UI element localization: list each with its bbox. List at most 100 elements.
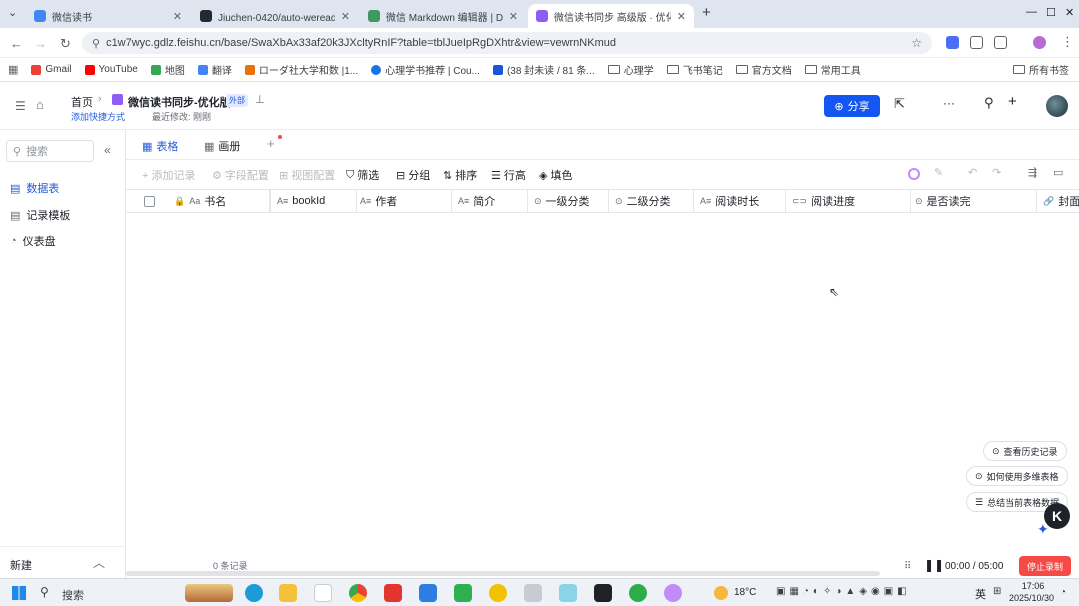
edit-icon[interactable]: ✎ <box>934 166 943 179</box>
tray-icons[interactable]: ▣▦◔◐✧◑▲◈◉▣◧ <box>776 586 911 597</box>
extension-icon[interactable] <box>946 36 959 49</box>
bookmark-item[interactable]: 翻译 <box>197 62 232 77</box>
comment-icon[interactable]: ▭ <box>1053 166 1063 179</box>
minimize-icon[interactable]: ― <box>1026 6 1037 18</box>
forward-icon[interactable]: → <box>34 36 47 51</box>
redo-icon[interactable]: ↷ <box>992 166 1001 179</box>
all-bookmarks[interactable]: 所有书签 <box>1013 62 1069 77</box>
reload-icon[interactable]: ↻ <box>60 36 71 52</box>
sidebar-search-input[interactable]: ⚲ 搜索 <box>6 140 94 162</box>
breadcrumb-root[interactable]: 首页 <box>71 94 93 110</box>
bookmark-item[interactable]: YouTube <box>84 64 138 75</box>
taskbar-app-icon[interactable] <box>559 584 577 602</box>
extensions-puzzle-icon[interactable] <box>994 36 1007 49</box>
home-icon[interactable]: ⌂ <box>36 97 44 112</box>
select-all-checkbox[interactable] <box>144 196 155 207</box>
tab-grid-view[interactable]: ▦ 表格 <box>142 138 178 154</box>
terminal-icon[interactable] <box>594 584 612 602</box>
group-button[interactable]: ⊟ 分组 <box>396 167 430 183</box>
browser-tab[interactable]: 微信 Markdown 编辑器 | Doo ✕ <box>360 4 526 28</box>
wechat-icon[interactable] <box>629 584 647 602</box>
stop-record-button[interactable]: 停止录制 <box>1019 556 1071 576</box>
user-avatar[interactable] <box>1046 95 1068 117</box>
clock-date[interactable]: 2025/10/30 <box>1009 593 1054 603</box>
extension-icon[interactable] <box>970 36 983 49</box>
column-header[interactable]: ⊙ 是否读完 <box>911 190 1037 212</box>
back-icon[interactable]: ← <box>10 36 23 51</box>
file-explorer-icon[interactable] <box>279 584 297 602</box>
table-body[interactable] <box>126 213 1079 553</box>
close-tab-icon[interactable]: ✕ <box>677 10 686 23</box>
doc-title[interactable]: 微信读书同步-优化版 <box>128 94 231 110</box>
browser-menu-icon[interactable]: ⋮ <box>1061 34 1074 50</box>
address-bar[interactable]: ⚲ c1w7wyc.gdlz.feishu.cn/base/SwaXbAx33a… <box>82 32 932 54</box>
taskbar-app-icon[interactable] <box>489 584 507 602</box>
add-icon[interactable]: + <box>1008 93 1017 110</box>
field-config-button[interactable]: ⚙ 字段配置 <box>212 167 269 183</box>
column-header[interactable]: ⊂⊃ 阅读进度 <box>786 190 911 212</box>
fill-color-button[interactable]: ◈ 填色 <box>539 167 572 183</box>
taskbar-app-icon[interactable] <box>664 584 682 602</box>
ime-indicator[interactable]: 英 <box>975 586 986 602</box>
column-header[interactable]: 🔗 封面 <box>1037 190 1079 212</box>
pin-icon[interactable]: ⊥ <box>255 93 265 106</box>
history-button[interactable]: ⊙ 查看历史记录 <box>983 441 1067 461</box>
browser-tab[interactable]: Jiuchen-0420/auto-weread: 自 ✕ <box>192 4 358 28</box>
bookmark-item[interactable]: 心理学书推荐 | Cou... <box>371 62 480 77</box>
filter-button[interactable]: ⛉ 筛选 <box>346 167 379 183</box>
drag-handle-icon[interactable]: ⠿ <box>904 561 911 572</box>
bookmark-folder[interactable]: 心理学 <box>607 62 654 77</box>
new-tab-button[interactable]: + <box>702 4 711 21</box>
sidebar-item-datatable[interactable]: ▤ 数据表 <box>10 180 59 196</box>
column-header[interactable]: ⊙ 二级分类 <box>609 190 694 212</box>
add-view-icon[interactable]: + <box>267 136 275 151</box>
apps-grid-icon[interactable]: ▦ <box>8 63 18 76</box>
close-tab-icon[interactable]: ✕ <box>509 10 518 23</box>
windows-start-icon[interactable] <box>12 586 26 600</box>
open-external-icon[interactable]: ⇱ <box>894 96 905 112</box>
sidebar-footer[interactable]: 新建 ︿ <box>0 546 125 578</box>
add-record-button[interactable]: + 添加记录 <box>142 167 195 183</box>
help-button[interactable]: ⊙ 如何使用多维表格 <box>966 466 1068 486</box>
close-tab-icon[interactable]: ✕ <box>173 10 182 23</box>
notification-icon[interactable]: ◔ <box>1060 587 1066 598</box>
bookmark-item[interactable]: 地图 <box>150 62 185 77</box>
row-height-button[interactable]: ☰ 行高 <box>491 167 526 183</box>
bookmark-folder[interactable]: 常用工具 <box>804 62 861 77</box>
column-header[interactable]: A≡ 作者 <box>357 190 452 212</box>
column-header[interactable]: 🔒 Aa 书名 <box>168 190 270 212</box>
ai-sparkle-icon[interactable]: ✦ <box>1037 521 1049 538</box>
bookmark-item[interactable]: Gmail <box>31 64 72 75</box>
bookmark-item[interactable]: (38 封未读 / 81 条... <box>492 62 595 77</box>
collapse-sidebar-icon[interactable]: « <box>104 143 111 157</box>
chevron-up-icon[interactable]: ︿ <box>93 554 105 571</box>
sidebar-item-dashboard[interactable]: ◔ 仪表盘 <box>10 233 56 249</box>
taskbar-app-icon[interactable] <box>419 584 437 602</box>
shortcut-link[interactable]: 添加快捷方式 <box>71 110 125 123</box>
tab-gallery-view[interactable]: ▦ 画册 <box>204 138 240 154</box>
taskbar-search-label[interactable]: 搜索 <box>62 587 84 603</box>
site-info-icon[interactable]: ⚲ <box>92 37 100 50</box>
close-window-icon[interactable]: ✕ <box>1065 6 1074 19</box>
undo-icon[interactable]: ↶ <box>968 166 977 179</box>
view-config-button[interactable]: ⊞ 视图配置 <box>279 167 335 183</box>
column-header[interactable]: A≡ 简介 <box>452 190 528 212</box>
bookmark-star-icon[interactable]: ☆ <box>911 36 922 50</box>
bookmark-folder[interactable]: 飞书笔记 <box>666 62 723 77</box>
taskbar-app-icon[interactable] <box>524 584 542 602</box>
taskbar-search-icon[interactable]: ⚲ <box>40 585 49 599</box>
column-header[interactable]: A≡ bookId <box>270 190 357 212</box>
column-header[interactable]: A≡ 阅读时长 <box>694 190 786 212</box>
menu-collapse-icon[interactable]: ☰ <box>15 99 26 113</box>
column-header[interactable]: ⊙ 一级分类 <box>528 190 609 212</box>
automation-icon[interactable]: ⇶ <box>1028 166 1037 179</box>
taskbar-app-icon[interactable] <box>314 584 332 602</box>
maximize-icon[interactable]: ☐ <box>1046 6 1056 19</box>
taskbar-app-icon[interactable] <box>185 584 233 602</box>
bookmark-item[interactable]: ローダ社大学和数 |1... <box>244 62 358 77</box>
horizontal-scrollbar[interactable] <box>126 571 880 576</box>
search-icon[interactable]: ⚲ <box>984 95 994 111</box>
tab-list-chevron-icon[interactable]: ⌄ <box>8 6 17 19</box>
share-button[interactable]: ⊕ 分享 <box>824 95 880 117</box>
tray-icons[interactable]: ⊞ <box>993 586 1001 597</box>
